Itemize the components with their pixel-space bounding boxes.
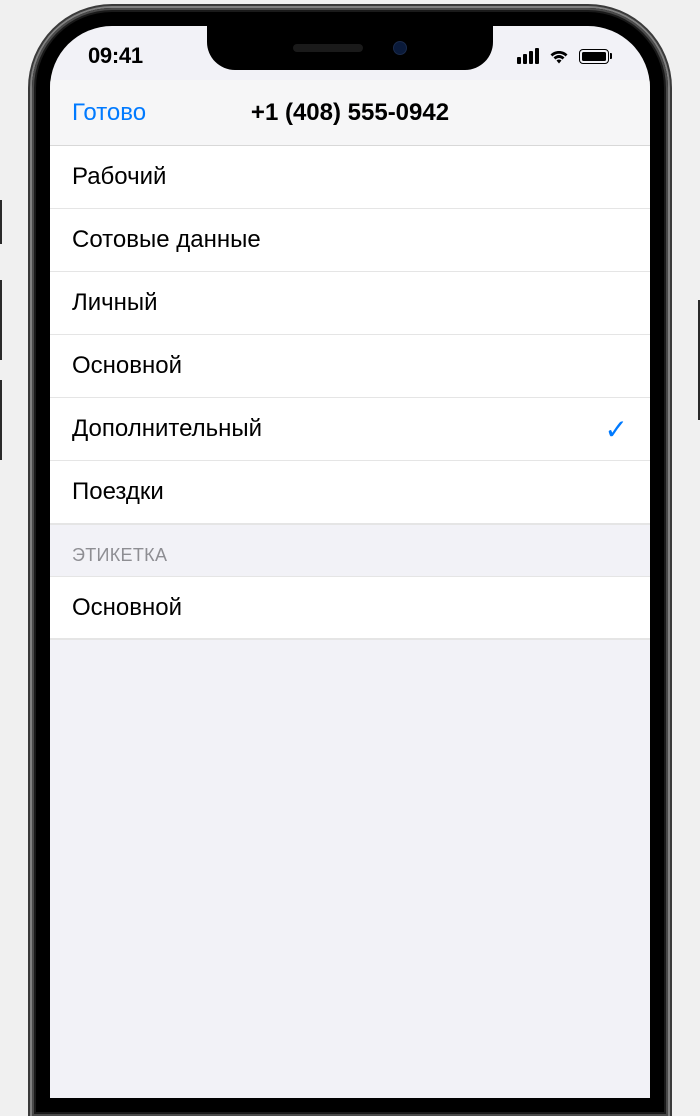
label-option-secondary[interactable]: Дополнительный ✓ (50, 398, 650, 461)
status-icons (517, 47, 612, 65)
phone-body: 09:41 (32, 8, 668, 1116)
done-button[interactable]: Готово (72, 99, 146, 127)
custom-label-item[interactable]: Основной (50, 576, 650, 639)
section-spacer: ЭТИКЕТКА (50, 524, 650, 576)
side-button-volume-up (0, 280, 2, 360)
phone-frame: 09:41 (0, 0, 700, 1116)
battery-icon (579, 49, 612, 64)
label-text: Личный (72, 289, 158, 317)
side-button-volume-down (0, 380, 2, 460)
label-text: Основной (72, 352, 182, 380)
custom-label-text: Основной (72, 594, 182, 622)
front-camera (393, 41, 407, 55)
label-text: Поездки (72, 478, 164, 506)
label-option-primary[interactable]: Основной (50, 335, 650, 398)
nav-bar: Готово +1 (408) 555-0942 (50, 80, 650, 146)
label-text: Дополнительный (72, 415, 262, 443)
content: Рабочий Сотовые данные Личный Основной Д… (50, 146, 650, 1098)
screen: 09:41 (50, 26, 650, 1098)
custom-label-section: Основной (50, 576, 650, 639)
nav-title: +1 (408) 555-0942 (251, 99, 449, 127)
label-text: Сотовые данные (72, 226, 261, 254)
custom-label-section-header: ЭТИКЕТКА (72, 545, 167, 566)
label-option-travel[interactable]: Поездки (50, 461, 650, 524)
cellular-signal-icon (517, 48, 539, 64)
speaker-grille (293, 44, 363, 52)
bottom-area (50, 639, 650, 1098)
notch (207, 26, 493, 70)
label-option-work[interactable]: Рабочий (50, 146, 650, 209)
checkmark-icon: ✓ (605, 413, 628, 446)
wifi-icon (547, 47, 571, 65)
label-text: Рабочий (72, 163, 166, 191)
label-option-cellular-data[interactable]: Сотовые данные (50, 209, 650, 272)
side-button-silent (0, 200, 2, 244)
label-option-personal[interactable]: Личный (50, 272, 650, 335)
status-time: 09:41 (88, 43, 143, 69)
label-options-list: Рабочий Сотовые данные Личный Основной Д… (50, 146, 650, 524)
